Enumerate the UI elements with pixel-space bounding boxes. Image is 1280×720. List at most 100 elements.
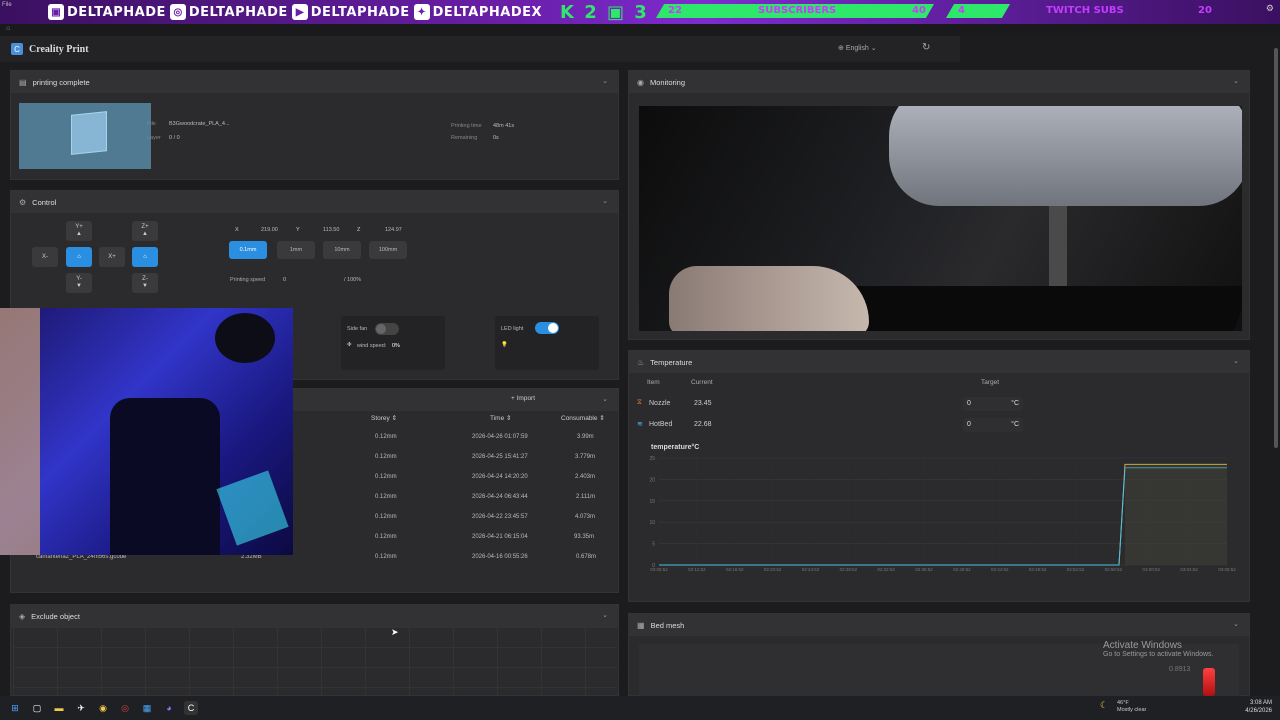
arrow-up-icon: ▲ [142, 231, 148, 237]
step-100mm-button[interactable]: 100mm [369, 241, 407, 259]
y-tick-label: 10 [649, 520, 655, 526]
col-time[interactable]: Time ⇕ [490, 414, 511, 422]
printing-speed-input[interactable]: 0 [283, 277, 286, 283]
home-z-button[interactable]: ⌂ [132, 247, 158, 267]
search-icon[interactable]: ▢ [30, 701, 44, 715]
photos-icon[interactable]: ▦ [140, 701, 154, 715]
chevron-down-icon[interactable]: ⌄ [1233, 357, 1239, 365]
exclude-object-header[interactable]: ◈ Exclude object ⌄ [11, 605, 618, 627]
bed-mesh-header[interactable]: ▦ Bed mesh ⌄ [629, 614, 1249, 636]
twitter-icon: ✦ [413, 4, 430, 20]
wind-speed-label: wind speed: [357, 343, 387, 349]
clock-date: 4/26/2026 [1245, 708, 1272, 714]
jog-x-plus-button[interactable]: X+ [99, 247, 125, 267]
step-10mm-button[interactable]: 10mm [323, 241, 361, 259]
chevron-down-icon[interactable]: ⌄ [602, 611, 608, 619]
creality-print-icon[interactable]: C [184, 701, 198, 715]
jog-label: Y+ [75, 224, 83, 230]
import-button[interactable]: + Import [511, 395, 535, 402]
cell-time: 2026-04-25 15:41:27 [472, 454, 528, 460]
weather-widget[interactable]: ☾ 46°F Mostly clear [1100, 700, 1146, 714]
cell-time: 2026-04-21 06:15:04 [472, 534, 528, 540]
monitoring-panel: ◉ Monitoring ⌄ [628, 70, 1250, 340]
jog-z-minus-button[interactable]: Z- ▼ [132, 273, 158, 293]
jog-y-minus-button[interactable]: Y- ▼ [66, 273, 92, 293]
jog-label: Z+ [141, 224, 149, 230]
nozzle-target-input[interactable]: 0 °C [963, 397, 1023, 411]
col-time-label: Time [490, 415, 505, 422]
windows-start-icon[interactable]: ⊞ [8, 701, 22, 715]
home-icon[interactable]: ⌂ [6, 25, 10, 32]
home-icon: ⌂ [143, 253, 147, 260]
x-tick-label: 02:52:52 [1067, 567, 1085, 572]
x-tick-label: 02:28:52 [840, 567, 858, 572]
monitoring-header[interactable]: ◉ Monitoring ⌄ [629, 71, 1249, 93]
cell-time: 2026-04-16 00:55:26 [472, 554, 528, 560]
x-tick-label: 02:36:52 [915, 567, 933, 572]
control-header[interactable]: ⚙ Control ⌄ [11, 191, 618, 213]
webcam-lamp [215, 313, 275, 363]
camera-printhead [889, 106, 1242, 206]
printing-speed-percent: / 100% [344, 277, 362, 283]
col-storey[interactable]: Storey ⇕ [371, 414, 397, 422]
youtube-icon: ▶ [291, 4, 308, 20]
x-tick-label: 02:44:52 [991, 567, 1009, 572]
exclude-object-canvas[interactable] [13, 627, 617, 697]
weather-temp: 46°F [1117, 700, 1129, 706]
refresh-icon[interactable]: ↻ [922, 42, 930, 53]
nozzle-label: Nozzle [649, 400, 671, 407]
language-selector[interactable]: ⊕ English ⌄ [838, 44, 877, 52]
chevron-down-icon[interactable]: ⌄ [1233, 77, 1239, 85]
file-explorer-icon[interactable]: ▬ [52, 701, 66, 715]
table-row[interactable]: camantena2_PLA_24m56s.gcode 2.32MB 0.12m… [11, 554, 618, 568]
browser-mini-bar: ⌂ [0, 24, 1280, 36]
file-menu[interactable]: File [2, 2, 12, 8]
settings-icon[interactable]: ⚙ [1266, 3, 1274, 14]
chrome-icon[interactable]: ◉ [96, 701, 110, 715]
unit-label: °C [1011, 421, 1019, 428]
system-clock[interactable]: 3:08 AM 4/26/2026 [1245, 699, 1272, 715]
col-consumable-label: Consumable [561, 415, 598, 422]
jog-x-minus-button[interactable]: X- [32, 247, 58, 267]
col-target: Target [981, 379, 1000, 386]
step-0-1mm-button[interactable]: 0.1mm [229, 241, 267, 259]
chevron-down-icon[interactable]: ⌄ [602, 395, 608, 403]
side-fan-box: Side fan ✤ wind speed: 0% [341, 316, 445, 370]
scrollbar-thumb[interactable] [1274, 48, 1278, 448]
print-status-header[interactable]: ▤ printing complete ⌄ [11, 71, 618, 93]
camera-hand [669, 266, 869, 331]
y-tick-label: 15 [649, 499, 655, 505]
import-label: Import [516, 395, 536, 402]
home-icon: ⌂ [77, 253, 81, 260]
jog-y-plus-button[interactable]: Y+ ▲ [66, 221, 92, 241]
step-1mm-button[interactable]: 1mm [277, 241, 315, 259]
cell-storey: 0.12mm [375, 514, 397, 520]
chart-title: temperature°C [651, 444, 700, 451]
led-light-toggle[interactable] [535, 322, 559, 334]
col-consumable[interactable]: Consumable ⇕ [561, 414, 605, 422]
steam-icon[interactable]: ✈ [74, 701, 88, 715]
arrow-down-icon: ▼ [142, 283, 148, 289]
temperature-chart: temperature°C 25 20 15 10 5 0 02:08:52 02:12:52… [639, 433, 1241, 573]
hotbed-target-input[interactable]: 0 °C [963, 418, 1023, 432]
model-thumbnail [19, 103, 151, 169]
home-xy-button[interactable]: ⌂ [66, 247, 92, 267]
y-value: 113.50 [323, 227, 340, 233]
app-icon[interactable]: ◎ [118, 701, 132, 715]
chevron-down-icon[interactable]: ⌄ [602, 197, 608, 205]
page-scrollbar[interactable] [1272, 36, 1280, 696]
discord-icon[interactable]: ◕ [162, 701, 176, 715]
bed-mesh-scale-bar [1203, 668, 1215, 696]
chevron-down-icon[interactable]: ⌄ [1233, 620, 1239, 628]
exclude-object-panel: ◈ Exclude object ⌄ ➤ [10, 604, 619, 697]
jog-z-plus-button[interactable]: Z+ ▲ [132, 221, 158, 241]
hotbed-current: 22.68 [694, 421, 712, 428]
creality-logo-icon: C [11, 43, 23, 55]
side-fan-toggle[interactable] [375, 323, 399, 335]
z-value: 124.97 [385, 227, 402, 233]
printing-time-label: Printing time [451, 123, 482, 129]
temperature-header[interactable]: ♨ Temperature ⌄ [629, 351, 1249, 373]
temperature-chart-svg: 252015105002:08:52 02:12:52 02:16:52 02:20:… [649, 456, 1236, 572]
chevron-down-icon[interactable]: ⌄ [602, 77, 608, 85]
subscribers-label: SUBSCRIBERS [758, 5, 837, 16]
